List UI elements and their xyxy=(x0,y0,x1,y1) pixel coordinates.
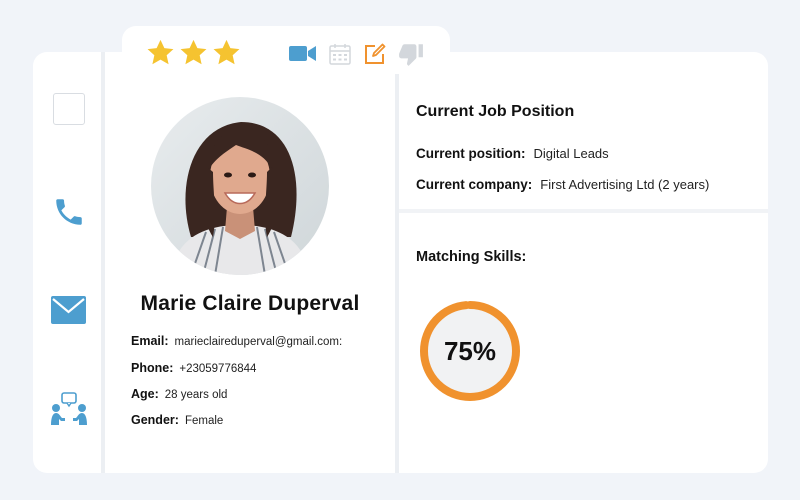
email-value[interactable]: marieclaireduperval@gmail.com: xyxy=(175,336,343,348)
skills-percent: 75% xyxy=(443,335,497,366)
current-company-row: Current company: First Advertising Ltd (2… xyxy=(416,176,709,194)
email-label: Email: xyxy=(131,334,169,348)
age-label: Age: xyxy=(131,387,159,401)
thumbs-down-icon[interactable] xyxy=(398,41,424,67)
column-divider xyxy=(395,74,399,473)
job-section-title: Current Job Position xyxy=(416,103,575,120)
phone-icon[interactable] xyxy=(52,195,86,229)
phone-value[interactable]: +23059776844 xyxy=(179,363,256,375)
team-icon[interactable] xyxy=(50,392,88,426)
phone-label: Phone: xyxy=(131,361,174,375)
company-label: Current company: xyxy=(416,177,533,192)
mail-icon[interactable] xyxy=(51,296,86,324)
email-row: Email: marieclaireduperval@gmail.com: xyxy=(131,334,342,348)
star-icon[interactable] xyxy=(179,38,208,67)
star-rating[interactable] xyxy=(146,38,241,67)
gender-value: Female xyxy=(184,415,224,427)
gender-row: Gender: Female xyxy=(131,413,223,427)
skills-title: Matching Skills: xyxy=(416,249,527,265)
section-divider xyxy=(399,209,768,213)
star-icon[interactable] xyxy=(146,38,175,67)
checkbox-icon[interactable] xyxy=(53,93,85,125)
edit-icon[interactable] xyxy=(364,43,386,65)
candidate-name: Marie Claire Duperval xyxy=(140,292,360,315)
position-label: Current position: xyxy=(416,146,526,161)
company-value: First Advertising Ltd (2 years) xyxy=(540,177,710,192)
age-value: 28 years old xyxy=(164,389,228,401)
age-row: Age: 28 years old xyxy=(131,387,227,401)
calendar-icon[interactable] xyxy=(329,43,351,65)
gender-label: Gender: xyxy=(131,413,179,427)
sidebar-divider xyxy=(101,52,105,473)
position-value: Digital Leads xyxy=(533,146,609,161)
video-icon[interactable] xyxy=(289,44,316,63)
profile-card xyxy=(33,52,768,473)
avatar xyxy=(151,97,329,275)
phone-row: Phone: +23059776844 xyxy=(131,361,256,375)
star-icon[interactable] xyxy=(212,38,241,67)
current-position-row: Current position: Digital Leads xyxy=(416,145,609,163)
